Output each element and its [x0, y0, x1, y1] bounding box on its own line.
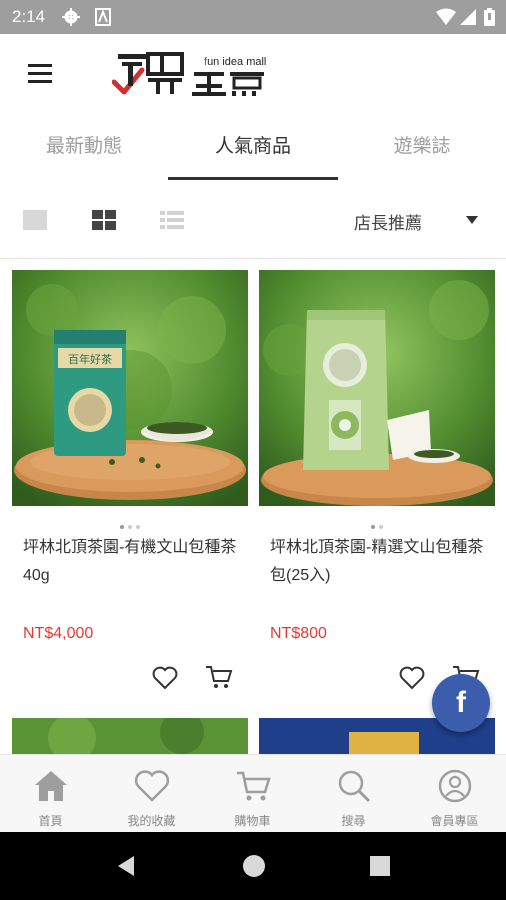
nav-label: 購物車: [234, 814, 271, 828]
product-card-peek[interactable]: [12, 718, 248, 758]
nav-cart[interactable]: 購物車: [202, 755, 303, 833]
svg-text:fun idea mall: fun idea mall: [204, 56, 266, 68]
facebook-share-button[interactable]: f: [432, 674, 490, 732]
nav-home[interactable]: 首頁: [0, 755, 101, 833]
back-icon[interactable]: [114, 854, 138, 878]
product-price: NT$4,000: [23, 625, 94, 642]
battery-icon: [484, 8, 495, 26]
nav-label: 會員專區: [430, 814, 479, 828]
nav-favorites[interactable]: 我的收藏: [101, 755, 202, 833]
system-navigation-bar: [0, 832, 506, 900]
product-price: NT$800: [270, 625, 327, 642]
single-view-icon[interactable]: [22, 208, 48, 232]
product-image[interactable]: 百年好茶: [12, 270, 248, 506]
status-time: 2:14: [12, 7, 46, 26]
product-card[interactable]: 百年好茶 坪林北頂茶園-有機文山包種茶 40g NT$4,000: [12, 270, 248, 710]
recents-icon[interactable]: [369, 855, 391, 877]
heart-icon[interactable]: [399, 666, 425, 690]
product-image[interactable]: [259, 270, 495, 506]
wifi-icon: [436, 8, 456, 25]
signal-icon: [460, 9, 476, 25]
app-bar: fun idea mall: [0, 34, 506, 116]
active-tab-indicator: [168, 177, 338, 180]
bottom-navigation: 首頁 我的收藏 購物車 搜尋 會員專區: [0, 754, 506, 832]
product-toolbar: 店長推薦: [0, 190, 506, 252]
cart-icon: [237, 771, 271, 801]
home-circle-icon[interactable]: [242, 854, 266, 878]
tab-latest-news[interactable]: 最新動態: [0, 118, 168, 180]
heart-icon: [134, 770, 170, 802]
can-label: 百年好茶: [68, 352, 112, 366]
search-icon: [338, 770, 371, 803]
nav-label: 首頁: [38, 814, 63, 828]
status-bar: 2:14: [0, 0, 506, 34]
nav-label: 我的收藏: [127, 814, 176, 828]
facebook-icon: f: [456, 686, 466, 719]
image-pager-dots: [12, 514, 248, 533]
settings-gear-icon: [62, 8, 80, 26]
heart-icon[interactable]: [152, 666, 178, 690]
user-icon: [438, 769, 472, 803]
menu-button[interactable]: [28, 64, 52, 84]
sort-dropdown-label[interactable]: 店長推薦: [354, 209, 422, 234]
app-notification-icon: [95, 8, 111, 26]
product-card[interactable]: 坪林北頂茶園-精選文山包種茶包(25入) NT$800: [259, 270, 495, 710]
product-name[interactable]: 坪林北頂茶園-精選文山包種茶包(25入): [270, 534, 490, 590]
cart-icon[interactable]: [205, 664, 233, 690]
grid-view-icon[interactable]: [91, 208, 117, 232]
dropdown-arrow-icon[interactable]: [466, 216, 478, 224]
category-tabs: 最新動態 人氣商品 遊樂誌: [0, 118, 506, 180]
image-pager-dots: [259, 514, 495, 533]
list-view-icon[interactable]: [159, 208, 185, 232]
nav-search[interactable]: 搜尋: [303, 755, 404, 833]
brand-logo[interactable]: fun idea mall: [112, 48, 272, 100]
tab-fun-magazine[interactable]: 遊樂誌: [338, 118, 506, 180]
nav-label: 搜尋: [341, 814, 366, 828]
product-name[interactable]: 坪林北頂茶園-有機文山包種茶 40g: [23, 534, 243, 590]
tab-popular-products[interactable]: 人氣商品: [168, 118, 338, 180]
nav-member[interactable]: 會員專區: [404, 755, 505, 833]
home-icon: [35, 771, 67, 801]
toolbar-divider: [0, 258, 506, 259]
